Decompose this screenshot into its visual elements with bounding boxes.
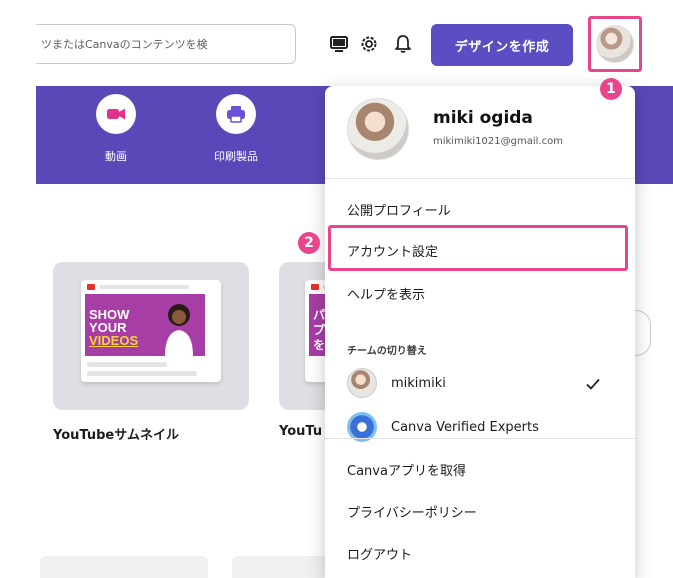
template-card-youtube-thumbnail[interactable]: SHOW YOUR VIDEOS [53,262,249,410]
canva-home: ツまたはCanvaのコンテンツを検 デザインを作成 動画 印刷製品 SHOW Y… [36,0,673,578]
category-label: 印刷製品 [214,150,258,163]
team-switch-heading: チームの切り替え [347,346,427,357]
menu-item-logout[interactable]: ログアウト [347,544,412,563]
avatar [347,98,409,160]
template-preview: SHOW YOUR VIDEOS [81,280,221,382]
step-marker-2: 2 [298,232,320,254]
account-name: miki ogida [433,108,533,128]
menu-item-privacy[interactable]: プライバシーポリシー [347,502,477,521]
youtube-bar [87,284,215,290]
thumb-text-line: パ [313,308,326,322]
team-label: mikimiki [391,376,446,391]
search-placeholder: ツまたはCanvaのコンテンツを検 [41,38,208,51]
monitor-icon[interactable] [327,32,351,56]
create-design-button[interactable]: デザインを作成 [431,24,573,66]
youtube-logo-icon [87,284,95,290]
gear-icon[interactable] [357,32,381,56]
bell-icon[interactable] [391,32,415,56]
search-input[interactable]: ツまたはCanvaのコンテンツを検 [36,24,296,64]
menu-item-get-app[interactable]: Canvaアプリを取得 [347,460,466,479]
template-caption[interactable]: YouTubeサムネイル [53,424,179,443]
team-label: Canva Verified Experts [391,420,539,435]
top-bar: ツまたはCanvaのコンテンツを検 デザインを作成 [36,0,673,86]
account-avatar-button[interactable] [588,16,642,72]
template-caption[interactable]: YouTu [279,424,322,439]
thumb-text-line: プ [313,323,326,337]
thumb-text-line: を [313,338,326,352]
person-illustration [165,304,193,356]
video-camera-icon [96,94,136,134]
menu-item-public-profile[interactable]: 公開プロフィール [347,200,451,219]
avatar [596,25,634,63]
divider [325,178,635,179]
menu-item-help[interactable]: ヘルプを表示 [347,284,425,303]
step-marker-1: 1 [600,78,622,100]
account-email: mikimiki1021@gmail.com [433,136,563,147]
divider [325,438,635,439]
category-label: 動画 [105,150,127,163]
account-menu: miki ogida mikimiki1021@gmail.com 公開プロフィ… [325,86,635,578]
create-design-label: デザインを作成 [454,39,550,55]
youtube-logo-icon [311,284,319,290]
account-profile: miki ogida mikimiki1021@gmail.com [325,86,635,178]
highlight-box [328,225,628,271]
printer-icon [216,94,256,134]
category-video[interactable]: 動画 [76,94,156,164]
template-card-partial[interactable] [232,556,332,578]
template-card-partial[interactable] [40,556,208,578]
thumb-text-line: VIDEOS [89,333,139,348]
thumbnail-image: SHOW YOUR VIDEOS [85,294,205,356]
checkmark-icon [586,378,600,390]
category-print[interactable]: 印刷製品 [196,94,276,164]
team-avatar [347,368,377,398]
